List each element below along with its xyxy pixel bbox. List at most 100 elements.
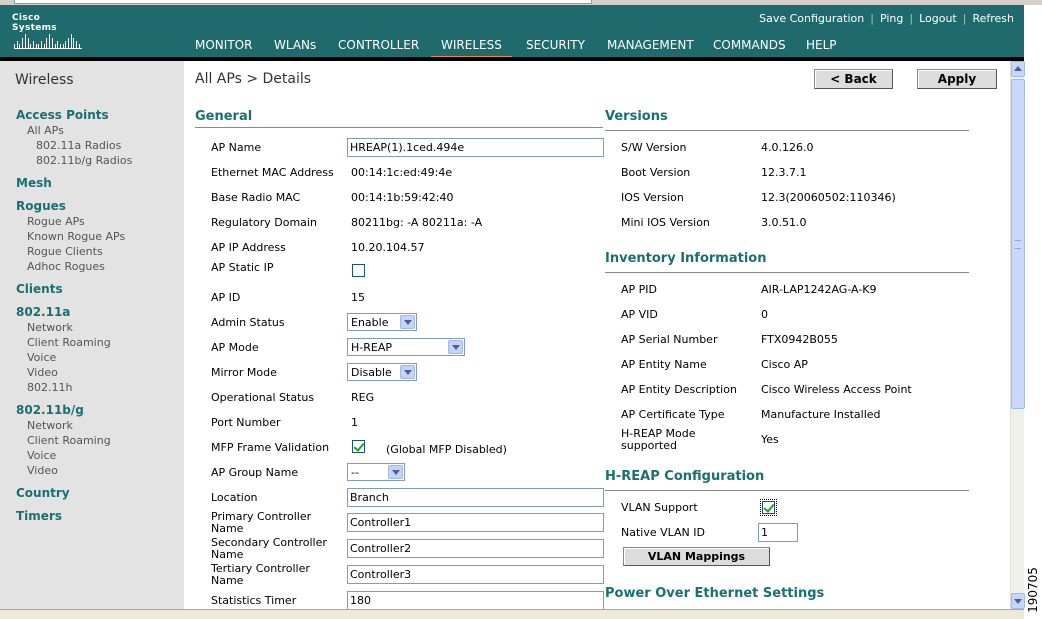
admin-status-value: Enable bbox=[351, 316, 389, 329]
save-configuration-link[interactable]: Save Configuration bbox=[759, 12, 864, 25]
sidebar-item-80211bg-radios[interactable]: 802.11b/g Radios bbox=[36, 154, 132, 167]
cisco-logo: Cisco Systems bbox=[12, 13, 84, 51]
secondary-controller-input[interactable]: Controller2 bbox=[347, 539, 604, 558]
top-links: Save Configuration | Ping | Logout | Refresh bbox=[759, 12, 1014, 25]
logo-bar bbox=[27, 38, 29, 48]
ap-serial-number-value: FTX0942B055 bbox=[761, 333, 838, 346]
versions-divider bbox=[605, 130, 969, 131]
apply-button[interactable]: Apply bbox=[917, 69, 997, 89]
ap-group-name-select[interactable]: -- bbox=[347, 463, 405, 481]
sidebar-item-rogue-clients[interactable]: Rogue Clients bbox=[27, 245, 103, 258]
base-radio-mac-label: Base Radio MAC bbox=[211, 191, 301, 204]
sidebar-item-80211bg[interactable]: 802.11b/g bbox=[16, 403, 84, 417]
admin-status-select[interactable]: Enable bbox=[347, 313, 417, 331]
sidebar-title: Wireless bbox=[15, 72, 74, 88]
logo-bar bbox=[78, 44, 80, 48]
secondary-controller-label: Secondary Controller Name bbox=[211, 536, 327, 561]
logo-bar bbox=[43, 44, 45, 48]
ap-pid-label: AP PID bbox=[621, 283, 658, 296]
sidebar-item-timers[interactable]: Timers bbox=[16, 509, 62, 523]
ap-static-ip-checkbox[interactable] bbox=[352, 264, 365, 277]
sidebar-item-known-rogue-aps[interactable]: Known Rogue APs bbox=[27, 230, 125, 243]
primary-controller-input[interactable]: Controller1 bbox=[347, 513, 604, 532]
ap-name-input[interactable]: HREAP(1).1ced.494e bbox=[347, 138, 604, 157]
vertical-scrollbar[interactable] bbox=[1010, 61, 1025, 609]
sidebar-item-80211bg-client-roaming[interactable]: Client Roaming bbox=[27, 434, 111, 447]
scroll-down-arrow-icon[interactable] bbox=[1011, 593, 1025, 609]
sidebar-item-80211a-voice[interactable]: Voice bbox=[27, 351, 56, 364]
sidebar-item-80211a-radios[interactable]: 802.11a Radios bbox=[36, 139, 121, 152]
sidebar-item-mesh[interactable]: Mesh bbox=[16, 176, 52, 190]
base-radio-mac-value: 00:14:1b:59:42:40 bbox=[351, 191, 454, 204]
operational-status-value: REG bbox=[351, 391, 375, 404]
logo-bar bbox=[57, 41, 59, 48]
sw-version-label: S/W Version bbox=[621, 141, 687, 154]
sidebar-item-80211a-video[interactable]: Video bbox=[27, 366, 58, 379]
sidebar-item-80211bg-network[interactable]: Network bbox=[27, 419, 73, 432]
sidebar-item-country[interactable]: Country bbox=[16, 486, 70, 500]
mirror-mode-label: Mirror Mode bbox=[211, 366, 277, 379]
ap-entity-name-label: AP Entity Name bbox=[621, 358, 707, 371]
scrollbar-thumb[interactable] bbox=[1011, 79, 1025, 409]
sidebar-item-80211a-network[interactable]: Network bbox=[27, 321, 73, 334]
vlan-support-checkbox[interactable] bbox=[760, 499, 777, 516]
statistics-timer-input[interactable]: 180 bbox=[347, 591, 604, 610]
boot-version-value: 12.3.7.1 bbox=[761, 166, 807, 179]
ap-pid-value: AIR-LAP1242AG-A-K9 bbox=[761, 283, 877, 296]
ap-certificate-type-value: Manufacture Installed bbox=[761, 408, 881, 421]
mfp-frame-validation-checkbox[interactable] bbox=[352, 440, 365, 453]
sidebar-item-clients[interactable]: Clients bbox=[16, 282, 63, 296]
chevron-down-icon bbox=[388, 465, 403, 479]
chevron-down-icon bbox=[400, 365, 415, 379]
sidebar-item-80211a-client-roaming[interactable]: Client Roaming bbox=[27, 336, 111, 349]
ap-entity-description-label: AP Entity Description bbox=[621, 383, 737, 396]
statistics-timer-label: Statistics Timer bbox=[211, 594, 297, 607]
location-input[interactable]: Branch bbox=[347, 488, 604, 507]
ap-static-ip-label: AP Static IP bbox=[211, 261, 274, 274]
vlan-mappings-button[interactable]: VLAN Mappings bbox=[623, 547, 770, 566]
mirror-mode-select[interactable]: Disable bbox=[347, 363, 417, 381]
logo-bar bbox=[16, 41, 18, 48]
sidebar-item-adhoc-rogues[interactable]: Adhoc Rogues bbox=[27, 260, 105, 273]
sidebar-item-80211a[interactable]: 802.11a bbox=[16, 305, 70, 319]
scroll-up-arrow-icon[interactable] bbox=[1011, 61, 1025, 77]
tertiary-controller-input[interactable]: Controller3 bbox=[347, 565, 604, 584]
logo-bar bbox=[62, 44, 64, 48]
ios-version-value: 12.3(20060502:110346) bbox=[761, 191, 896, 204]
hreap-mode-supported-value: Yes bbox=[761, 433, 779, 446]
sidebar-item-80211bg-video[interactable]: Video bbox=[27, 464, 58, 477]
sidebar-item-rogue-aps[interactable]: Rogue APs bbox=[27, 215, 85, 228]
ap-id-value: 15 bbox=[351, 291, 365, 304]
native-vlan-id-input[interactable]: 1 bbox=[758, 523, 798, 542]
ap-id-label: AP ID bbox=[211, 291, 241, 304]
mini-ios-version-label: Mini IOS Version bbox=[621, 216, 710, 229]
address-bar[interactable] bbox=[14, 0, 592, 4]
ios-version-label: IOS Version bbox=[621, 191, 684, 204]
tertiary-controller-label: Tertiary Controller Name bbox=[211, 562, 310, 587]
sidebar-item-80211bg-voice[interactable]: Voice bbox=[27, 449, 56, 462]
refresh-link[interactable]: Refresh bbox=[972, 12, 1014, 25]
sidebar-item-all-aps[interactable]: All APs bbox=[27, 124, 64, 137]
logo-bar bbox=[46, 38, 48, 48]
primary-controller-label: Primary Controller Name bbox=[211, 510, 312, 535]
logout-link[interactable]: Logout bbox=[919, 12, 957, 25]
mfp-frame-validation-label: MFP Frame Validation bbox=[211, 441, 330, 454]
logo-bar bbox=[76, 41, 78, 48]
global-mfp-note: (Global MFP Disabled) bbox=[386, 443, 507, 456]
figure-id-text: 190705 bbox=[1025, 567, 1040, 613]
sidebar-item-rogues[interactable]: Rogues bbox=[16, 199, 66, 213]
app-header: Cisco Systems Save Configuration | Ping | Lo… bbox=[0, 5, 1024, 60]
sidebar-item-access-points[interactable]: Access Points bbox=[16, 108, 109, 122]
ap-ip-address-value: 10.20.104.57 bbox=[351, 241, 425, 254]
logo-bar bbox=[65, 41, 67, 48]
logo-bar bbox=[32, 41, 34, 48]
sidebar-item-80211h[interactable]: 802.11h bbox=[27, 381, 72, 394]
figure-id: 190705 bbox=[1024, 565, 1042, 619]
back-button[interactable]: < Back bbox=[814, 69, 893, 89]
mirror-mode-value: Disable bbox=[351, 366, 392, 379]
logo-bar bbox=[38, 44, 40, 48]
admin-status-label: Admin Status bbox=[211, 316, 285, 329]
ping-link[interactable]: Ping bbox=[880, 12, 903, 25]
ap-mode-select[interactable]: H-REAP bbox=[347, 338, 465, 356]
logo-bar bbox=[14, 44, 15, 48]
